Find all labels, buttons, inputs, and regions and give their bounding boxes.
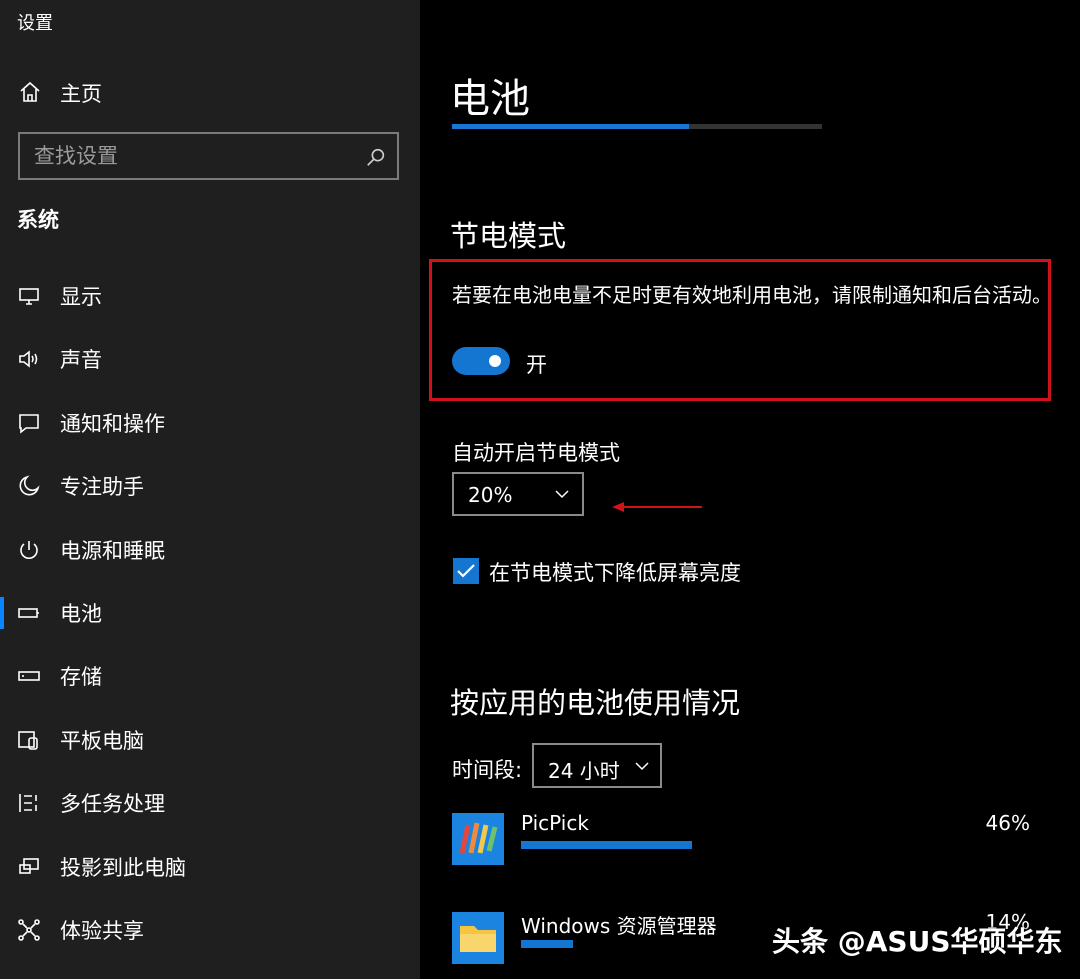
project-icon [19, 857, 39, 874]
sidebar-item-tablet[interactable]: 平板电脑 [0, 708, 420, 771]
sidebar-item-home[interactable]: 主页 [0, 70, 420, 114]
moon-icon [19, 475, 40, 496]
sidebar-item-storage[interactable]: 存储 [0, 644, 420, 707]
usage-heading: 按应用的电池使用情况 [450, 686, 741, 720]
auto-saver-label: 自动开启节电模式 [452, 441, 620, 465]
dropdown-value: 24 小时 [548, 759, 620, 783]
monitor-icon [19, 288, 39, 305]
period-label: 时间段: [452, 758, 523, 782]
reduce-brightness-label: 在节电模式下降低屏幕亮度 [489, 561, 741, 585]
sidebar-item-multitasking[interactable]: 多任务处理 [0, 771, 420, 834]
toggle-state-label: 开 [526, 353, 547, 377]
chevron-down-icon [555, 490, 569, 499]
sidebar-item-project[interactable]: 投影到此电脑 [0, 835, 420, 898]
sidebar-item-label: 存储 [60, 665, 102, 690]
sidebar-item-label: 平板电脑 [60, 728, 144, 753]
red-arrow-annotation [612, 502, 702, 512]
storage-icon [18, 671, 40, 682]
home-icon [20, 81, 40, 102]
sidebar-item-label: 多任务处理 [60, 792, 165, 817]
app-usage-bar [521, 841, 692, 849]
battery-saver-toggle[interactable] [452, 347, 510, 375]
search-icon[interactable] [365, 146, 387, 168]
sidebar-item-label: 显示 [60, 285, 102, 309]
sidebar-item-label: 声音 [60, 348, 102, 373]
battery-saver-heading: 节电模式 [450, 219, 567, 253]
window-title: 设置 [17, 13, 53, 34]
chevron-down-icon [635, 762, 649, 771]
battery-progress-fill [452, 124, 689, 129]
page-title: 电池 [450, 76, 530, 122]
sidebar-nav: 显示 声音 通知和操作 专注助手 电源和睡眠 电池 存储 平板电脑 多任务处理 … [0, 264, 420, 961]
toggle-knob [489, 355, 501, 367]
app-name: PicPick [521, 811, 589, 835]
sidebar-item-label: 主页 [60, 82, 102, 106]
sidebar: 设置 主页 系统 显示 声音 通知和操作 专注助手 [0, 0, 420, 979]
watermark: 头条 @ASUS华硕华东 [772, 925, 1063, 958]
sidebar-item-label: 投影到此电脑 [60, 855, 186, 880]
notification-icon [19, 413, 39, 434]
dropdown-value: 20% [468, 483, 513, 507]
search-box[interactable] [18, 132, 399, 180]
battery-progress-bar [452, 124, 822, 129]
share-icon [18, 919, 40, 941]
sidebar-item-notifications[interactable]: 通知和操作 [0, 391, 420, 454]
app-name: Windows 资源管理器 [521, 914, 717, 938]
app-usage-bar [521, 940, 573, 948]
sidebar-item-label: 通知和操作 [60, 411, 165, 436]
active-indicator [0, 596, 4, 629]
battery-saver-description: 若要在电池电量不足时更有效地利用电池，请限制通知和后台活动。 [452, 283, 1052, 307]
section-heading: 系统 [17, 208, 59, 232]
power-icon [20, 540, 38, 559]
battery-icon [18, 608, 39, 618]
app-usage-row[interactable]: PicPick 46% [452, 811, 1052, 873]
multitask-icon [19, 794, 37, 813]
sidebar-item-shared-experiences[interactable]: 体验共享 [0, 898, 420, 961]
reduce-brightness-checkbox[interactable] [453, 558, 479, 584]
app-usage-percent: 46% [985, 811, 1030, 835]
auto-saver-dropdown[interactable]: 20% [452, 472, 584, 516]
search-input[interactable] [34, 142, 354, 170]
sidebar-item-sound[interactable]: 声音 [0, 327, 420, 390]
sidebar-item-label: 电源和睡眠 [60, 538, 165, 563]
file-explorer-icon [452, 912, 504, 964]
checkmark-icon [457, 564, 475, 578]
tablet-icon [18, 730, 38, 750]
sidebar-item-focus-assist[interactable]: 专注助手 [0, 454, 420, 517]
picpick-icon [452, 813, 504, 865]
sidebar-item-battery[interactable]: 电池 [0, 581, 420, 644]
period-dropdown[interactable]: 24 小时 [532, 743, 662, 788]
sidebar-item-label: 专注助手 [60, 475, 144, 500]
sidebar-item-label: 电池 [60, 601, 102, 626]
sidebar-item-power-sleep[interactable]: 电源和睡眠 [0, 518, 420, 581]
sidebar-item-display[interactable]: 显示 [0, 264, 420, 327]
sidebar-item-label: 体验共享 [60, 918, 144, 943]
speaker-icon [19, 350, 38, 369]
main-content: 电池 节电模式 若要在电池电量不足时更有效地利用电池，请限制通知和后台活动。 开… [420, 0, 1080, 979]
